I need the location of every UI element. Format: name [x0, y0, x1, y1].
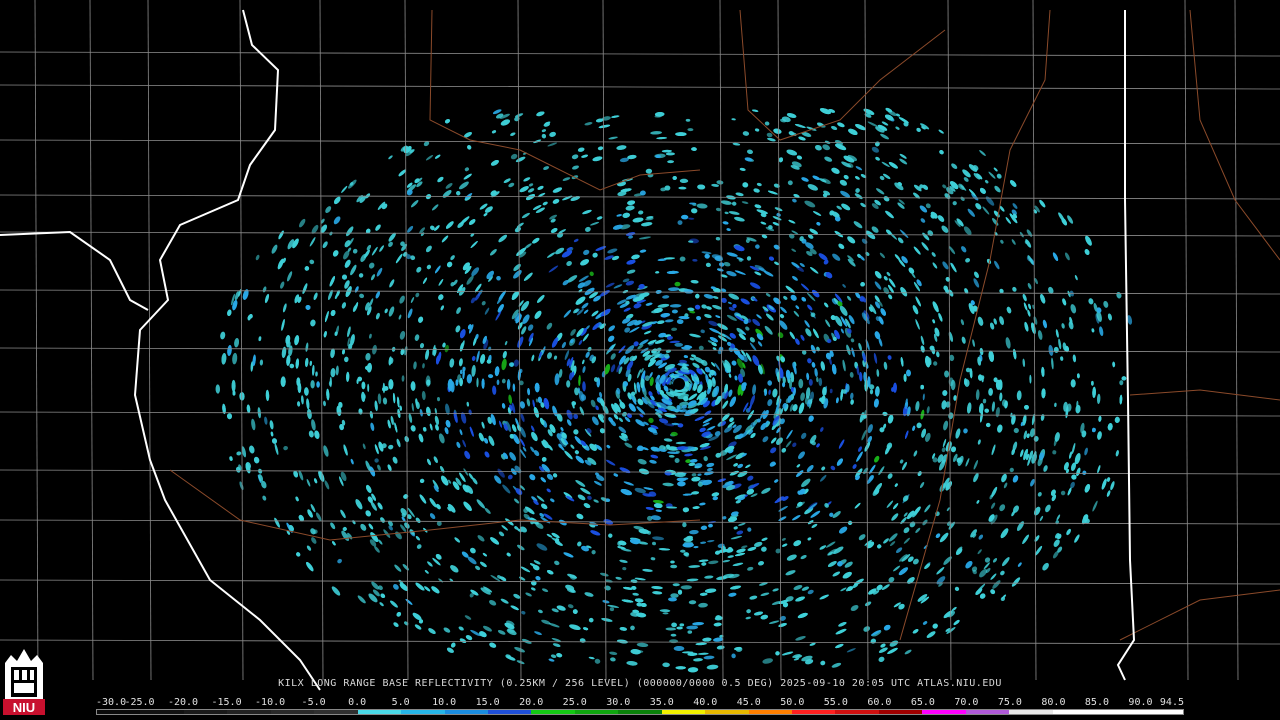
echo-speck — [679, 623, 685, 627]
echo-speck — [506, 378, 511, 390]
echo-speck — [447, 378, 453, 391]
echo-speck — [675, 132, 687, 137]
echo-speck — [1070, 379, 1076, 388]
echo-speck — [742, 382, 747, 387]
echo-speck — [388, 379, 394, 390]
echo-speck — [623, 381, 628, 387]
echo-speck — [676, 626, 683, 630]
radar-map — [0, 0, 1280, 720]
echo-speck — [674, 342, 683, 347]
echo-speck — [329, 376, 332, 388]
echo-speck — [798, 378, 804, 389]
echo-speck — [677, 589, 683, 595]
echo-speck — [566, 380, 571, 388]
echo-speck — [964, 379, 970, 387]
echo-speck — [316, 381, 320, 388]
echo-speck — [1119, 380, 1124, 386]
echo-speck — [310, 380, 315, 389]
echo-speck — [675, 666, 686, 670]
echo-speck — [426, 379, 431, 386]
echo-speck — [481, 378, 485, 389]
echo-speck — [674, 472, 686, 477]
echo-speck — [677, 220, 683, 226]
echo-speck — [231, 379, 236, 392]
echo-speck — [707, 379, 712, 390]
echo-speck — [361, 381, 366, 390]
echo-speck — [673, 646, 685, 651]
